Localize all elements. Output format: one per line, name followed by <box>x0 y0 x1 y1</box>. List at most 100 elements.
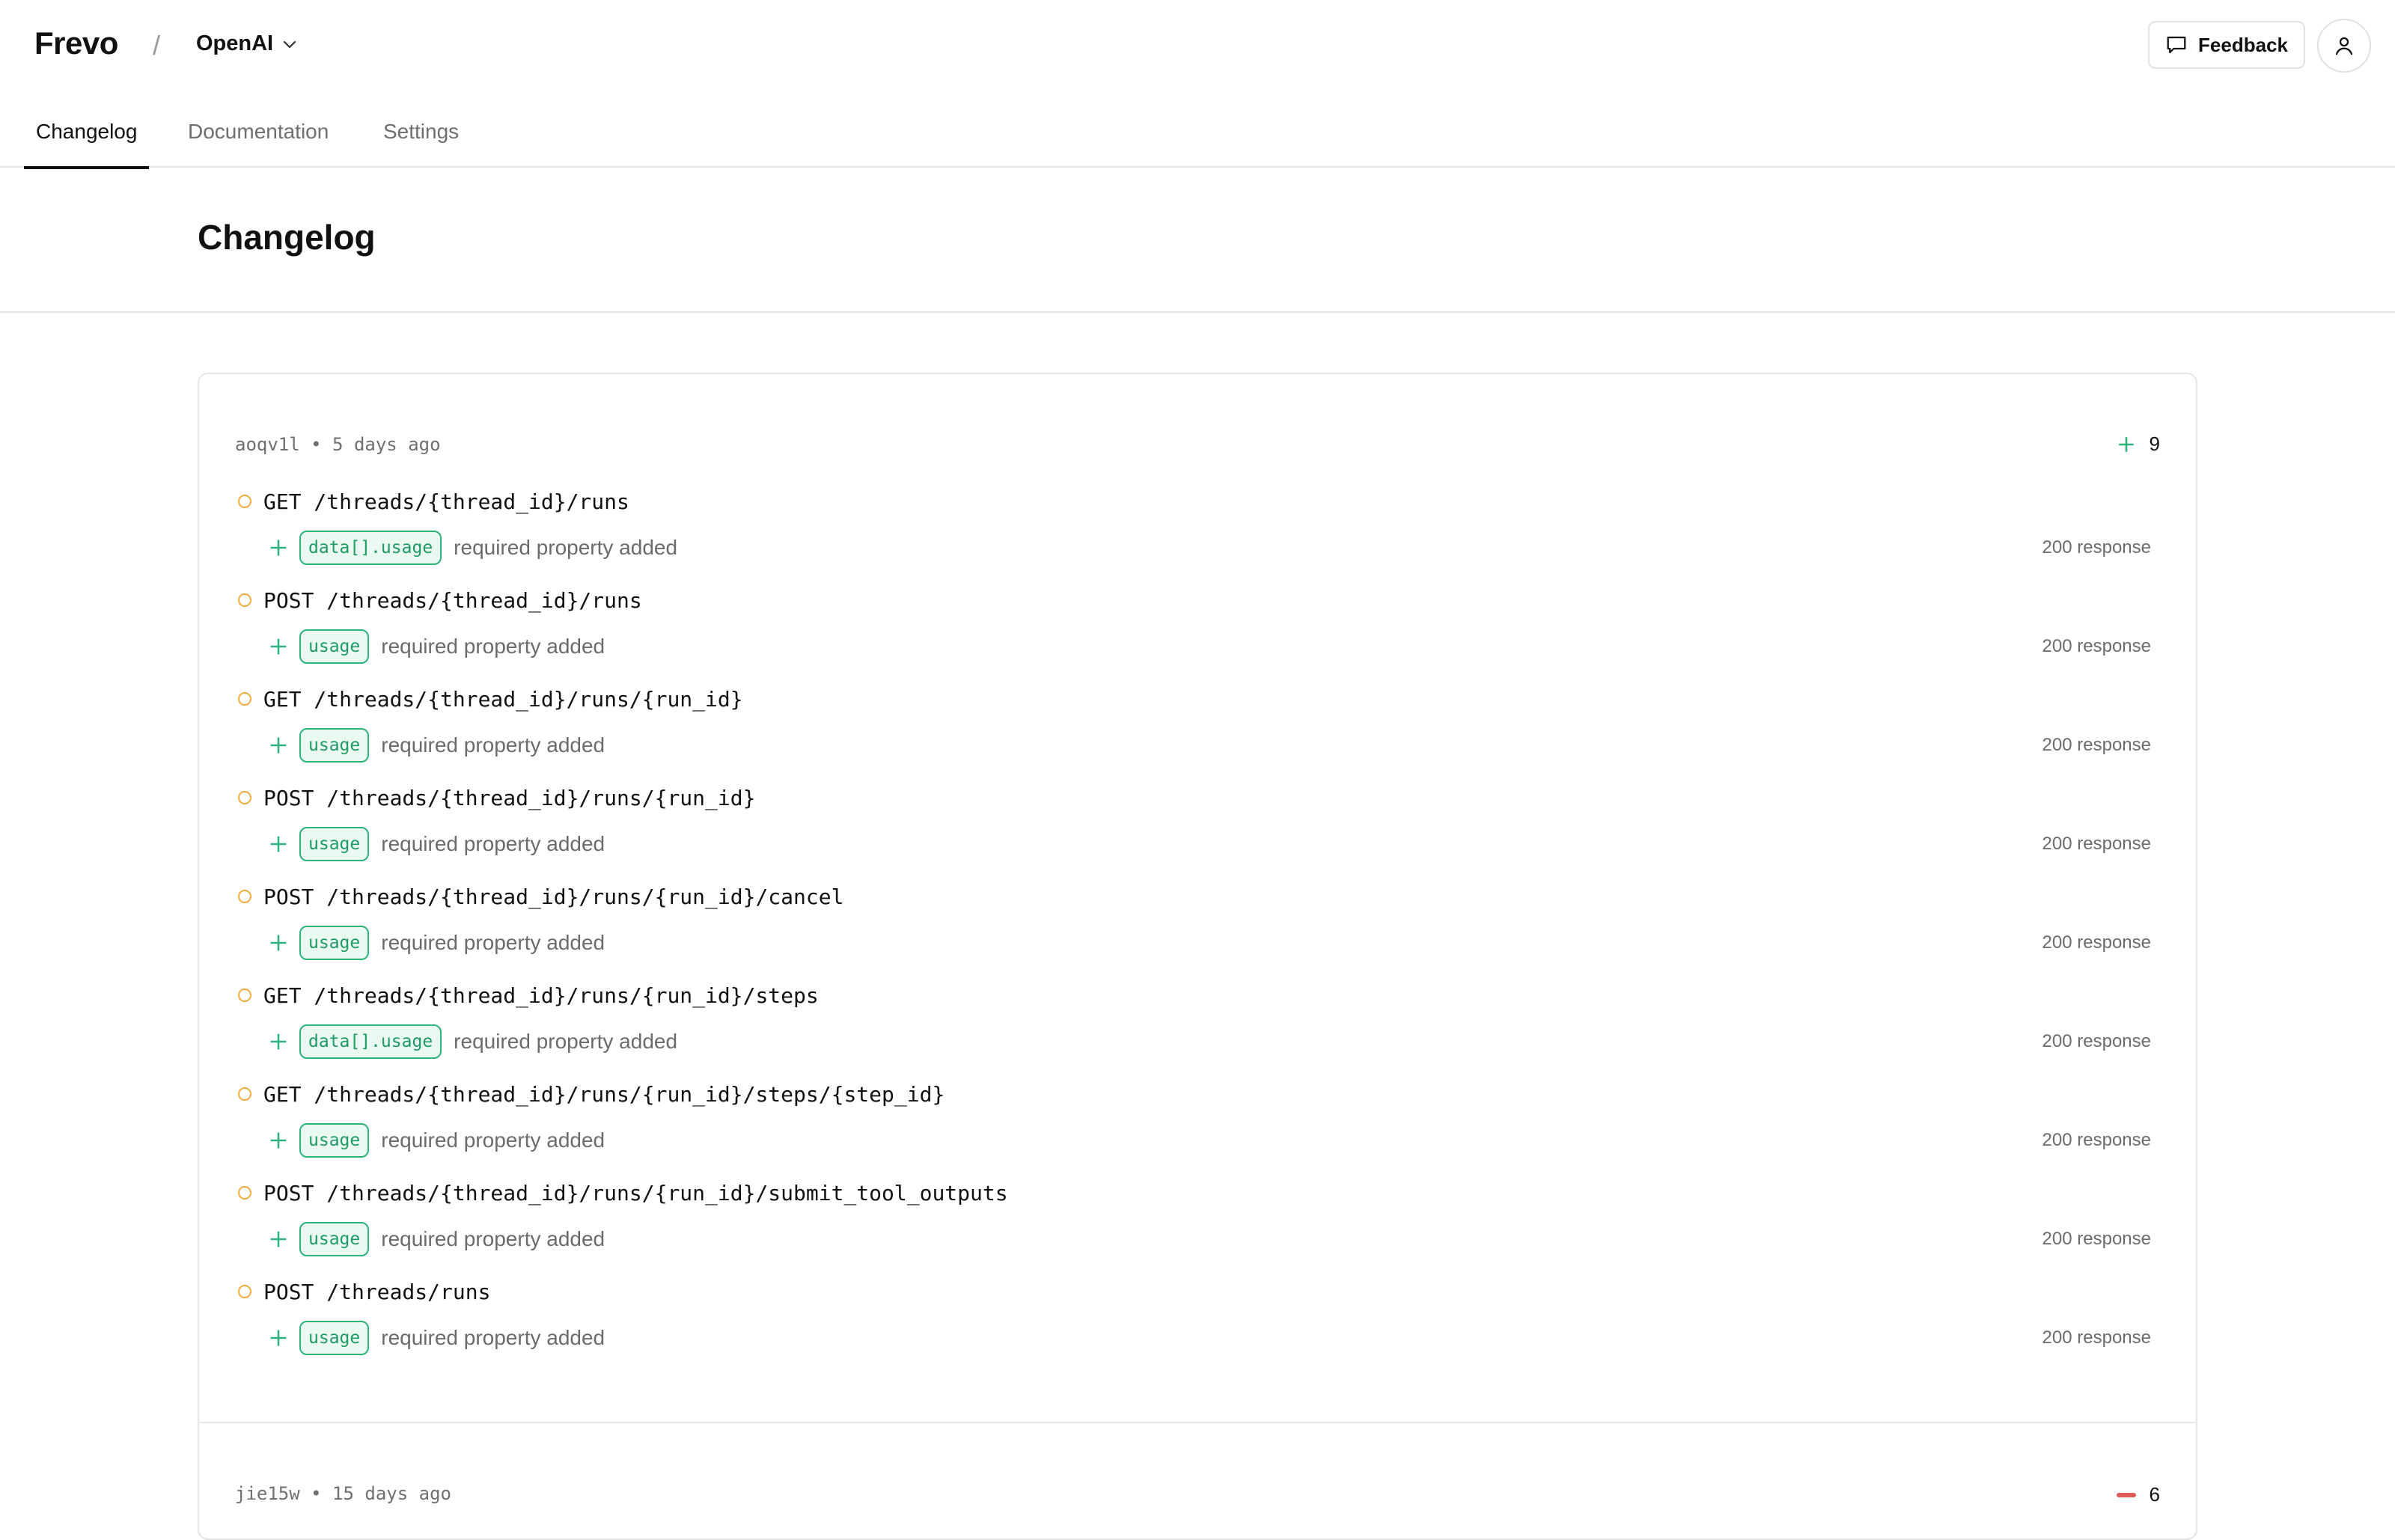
change-description: required property added <box>381 1128 605 1152</box>
feedback-label: Feedback <box>2198 33 2288 56</box>
endpoint-row[interactable]: POST /threads/{thread_id}/runs/{run_id}/… <box>238 881 843 911</box>
divider <box>0 311 2395 313</box>
change-detail: usage required property added 200 respon… <box>268 825 2169 864</box>
endpoint-path: POST /threads/{thread_id}/runs/{run_id} <box>263 785 756 810</box>
property-chip: usage <box>299 827 370 861</box>
property-chip: data[].usage <box>299 531 442 565</box>
plus-icon <box>270 1231 287 1247</box>
page-title: Changelog <box>198 218 376 257</box>
plus-icon <box>270 836 287 852</box>
change-item: POST /threads/{thread_id}/runs usage req… <box>238 585 2169 684</box>
org-name: OpenAI <box>196 31 274 55</box>
plus-icon <box>270 1132 287 1149</box>
response-label: 200 response <box>2042 537 2151 557</box>
changed-dot-icon <box>238 593 251 607</box>
change-description: required property added <box>381 931 605 954</box>
change-item: GET /threads/{thread_id}/runs/{run_id} u… <box>238 684 2169 783</box>
property-chip: usage <box>299 1222 370 1256</box>
feedback-button[interactable]: Feedback <box>2148 21 2305 69</box>
change-detail: usage required property added 200 respon… <box>268 726 2169 765</box>
plus-icon <box>2118 436 2134 452</box>
tab-settings[interactable]: Settings <box>383 112 459 168</box>
brand-logo[interactable]: Frevo <box>34 25 118 61</box>
plus-icon <box>270 1033 287 1050</box>
change-item: GET /threads/{thread_id}/runs data[].usa… <box>238 486 2169 585</box>
property-chip: usage <box>299 1321 370 1355</box>
top-bar: Frevo / OpenAI Feedback <box>0 0 2395 91</box>
change-detail: usage required property added 200 respon… <box>268 1121 2169 1160</box>
change-detail: usage required property added 200 respon… <box>268 1319 2169 1357</box>
endpoint-row[interactable]: GET /threads/{thread_id}/runs/{run_id}/s… <box>238 1079 945 1109</box>
change-item: POST /threads/runs usage required proper… <box>238 1277 2169 1375</box>
response-label: 200 response <box>2042 636 2151 656</box>
chevron-down-icon <box>284 40 296 48</box>
response-label: 200 response <box>2042 1327 2151 1348</box>
changed-dot-icon <box>238 890 251 903</box>
property-chip: data[].usage <box>299 1024 442 1059</box>
change-description: required property added <box>381 635 605 658</box>
response-label: 200 response <box>2042 1130 2151 1150</box>
property-chip: usage <box>299 728 370 763</box>
user-avatar-button[interactable] <box>2317 19 2371 73</box>
endpoint-path: GET /threads/{thread_id}/runs/{run_id} <box>263 686 743 712</box>
breadcrumb-separator: / <box>153 30 161 61</box>
plus-icon <box>270 1330 287 1346</box>
user-icon <box>2335 37 2353 55</box>
plus-icon <box>270 935 287 951</box>
change-list: GET /threads/{thread_id}/runs data[].usa… <box>238 486 2169 1375</box>
response-label: 200 response <box>2042 1229 2151 1249</box>
change-item: POST /threads/{thread_id}/runs/{run_id}/… <box>238 881 2169 980</box>
endpoint-row[interactable]: POST /threads/{thread_id}/runs/{run_id} <box>238 783 755 813</box>
change-description: required property added <box>381 733 605 757</box>
added-count-value: 9 <box>2149 433 2160 455</box>
changelog-card: aoqv1l • 5 days ago 9 GET /threads/{thre… <box>198 373 2197 1540</box>
endpoint-path: POST /threads/runs <box>263 1279 491 1304</box>
property-chip: usage <box>299 926 370 960</box>
changed-dot-icon <box>238 1087 251 1101</box>
plus-icon <box>270 737 287 754</box>
response-label: 200 response <box>2042 735 2151 755</box>
change-item: GET /threads/{thread_id}/runs/{run_id}/s… <box>238 1079 2169 1178</box>
change-description: required property added <box>381 1227 605 1250</box>
endpoint-row[interactable]: GET /threads/{thread_id}/runs/{run_id}/s… <box>238 980 819 1010</box>
endpoint-path: POST /threads/{thread_id}/runs/{run_id}/… <box>263 884 844 909</box>
tab-bar: Changelog Documentation Settings <box>0 112 2395 169</box>
change-description: required property added <box>381 832 605 855</box>
endpoint-row[interactable]: GET /threads/{thread_id}/runs <box>238 486 629 516</box>
entry-meta: aoqv1l • 5 days ago <box>235 434 441 455</box>
endpoint-row[interactable]: POST /threads/runs <box>238 1277 490 1307</box>
change-detail: usage required property added 200 respon… <box>268 627 2169 666</box>
changed-dot-icon <box>238 1285 251 1298</box>
tab-documentation[interactable]: Documentation <box>188 112 329 168</box>
changed-dot-icon <box>238 791 251 804</box>
changed-dot-icon <box>238 692 251 706</box>
entry-divider <box>199 1422 2196 1423</box>
endpoint-path: POST /threads/{thread_id}/runs/{run_id}/… <box>263 1180 1008 1206</box>
response-label: 200 response <box>2042 834 2151 854</box>
change-detail: usage required property added 200 respon… <box>268 923 2169 962</box>
change-description: required property added <box>381 1326 605 1349</box>
removed-count-value: 6 <box>2149 1483 2160 1506</box>
endpoint-row[interactable]: POST /threads/{thread_id}/runs/{run_id}/… <box>238 1178 1008 1208</box>
response-label: 200 response <box>2042 932 2151 953</box>
change-detail: data[].usage required property added 200… <box>268 1022 2169 1061</box>
response-label: 200 response <box>2042 1031 2151 1051</box>
endpoint-path: GET /threads/{thread_id}/runs <box>263 489 629 514</box>
change-detail: usage required property added 200 respon… <box>268 1220 2169 1259</box>
endpoint-path: POST /threads/{thread_id}/runs <box>263 587 642 613</box>
changed-dot-icon <box>238 495 251 508</box>
tab-changelog[interactable]: Changelog <box>23 112 150 169</box>
endpoint-row[interactable]: POST /threads/{thread_id}/runs <box>238 585 642 615</box>
removed-count: 6 <box>2116 1483 2160 1506</box>
changed-dot-icon <box>238 1186 251 1200</box>
change-item: POST /threads/{thread_id}/runs/{run_id} … <box>238 783 2169 881</box>
plus-icon <box>270 540 287 556</box>
change-description: required property added <box>454 1030 678 1053</box>
entry-meta: jie15w • 15 days ago <box>235 1483 451 1504</box>
change-description: required property added <box>454 536 678 559</box>
property-chip: usage <box>299 1123 370 1158</box>
org-selector[interactable]: OpenAI <box>196 31 299 56</box>
endpoint-row[interactable]: GET /threads/{thread_id}/runs/{run_id} <box>238 684 743 714</box>
property-chip: usage <box>299 629 370 664</box>
added-count: 9 <box>2117 433 2160 456</box>
